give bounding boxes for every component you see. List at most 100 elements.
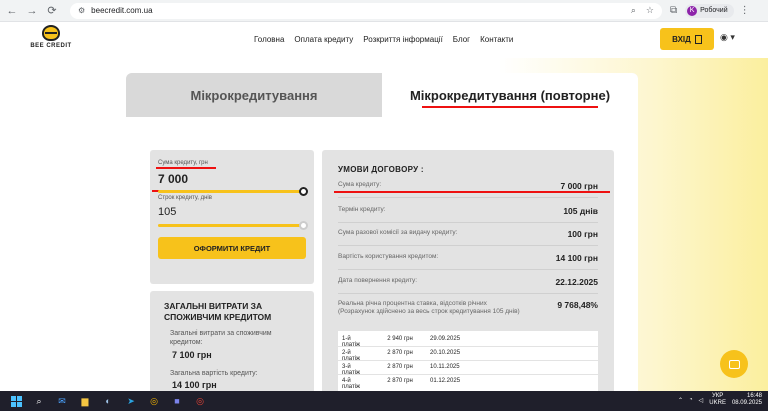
bee-logo-icon: [42, 25, 60, 41]
contract-row: Вартість користування кредитом: 14 100 г…: [338, 253, 598, 263]
row-divider: [338, 222, 598, 223]
contract-row-value: 14 100 грн: [555, 253, 598, 263]
total-price-label: Загальна вартість кредиту:: [170, 370, 258, 377]
term-value[interactable]: 105: [158, 206, 176, 218]
browser-toolbar: ← → ⟳ ⚙ beecredit.com.ua ⌕ ☆ ⧉ K Робочий…: [0, 0, 768, 22]
wifi-icon[interactable]: ◔: [689, 397, 693, 403]
contract-row-value: 9 768,48%: [557, 300, 598, 310]
nav-payment[interactable]: Оплата кредиту: [294, 35, 353, 44]
contract-row-value: 105 днів: [563, 206, 598, 216]
chrome-active-icon[interactable]: ◎: [193, 394, 207, 408]
logo-text: BEE CREDIT: [30, 43, 72, 49]
row-divider: [338, 269, 598, 270]
profile-name: Робочий: [700, 7, 728, 14]
volume-icon[interactable]: ◁: [699, 397, 704, 404]
search-icon[interactable]: ⌕: [32, 394, 46, 408]
reload-icon[interactable]: ⟳: [44, 4, 60, 17]
contract-panel: УМОВИ ДОГОВОРУ : Сума кредиту: 7 000 грн…: [322, 150, 614, 391]
steam-icon[interactable]: ◐: [101, 394, 115, 408]
contract-row-value: 22.12.2025: [555, 277, 598, 287]
tab-microcredit-repeat-label: Мікрокредитування (повторне): [409, 87, 611, 103]
tab-microcredit-label: Мікрокредитування: [190, 87, 318, 103]
total-cost-label: Загальні витрати за споживчим кредитом:: [170, 330, 272, 346]
clock-date: 08.09.2025: [731, 400, 762, 406]
contract-row-value: 100 грн: [567, 229, 598, 239]
bookmark-star-icon[interactable]: ☆: [646, 5, 654, 16]
row-divider: [338, 245, 598, 246]
tray-chevron-icon[interactable]: ⌃: [678, 397, 683, 404]
windows-start-icon[interactable]: [9, 394, 23, 408]
contract-row: Сума кредиту: 7 000 грн: [338, 181, 598, 191]
term-slider[interactable]: [158, 221, 308, 230]
nav-contacts[interactable]: Контакти: [480, 35, 513, 44]
main-nav: Головна Оплата кредиту Розкриття інформа…: [254, 35, 513, 44]
amount-slider-fill: [158, 190, 304, 193]
login-button[interactable]: ВХІД: [660, 28, 714, 50]
contract-row: Сума разової комісії за видачу кредиту: …: [338, 229, 598, 239]
amount-slider[interactable]: [152, 187, 308, 196]
forward-icon[interactable]: →: [24, 5, 40, 17]
clock[interactable]: 16:48 08.09.2025: [732, 393, 762, 407]
term-slider-fill: [158, 224, 304, 227]
url-text: beecredit.com.ua: [91, 6, 153, 15]
apply-credit-button[interactable]: ОФОРМИТИ КРЕДИТ: [158, 237, 306, 259]
schedule-date: 01.12.2025: [430, 378, 461, 384]
extensions-icon[interactable]: ⧉: [670, 5, 677, 16]
language-top: УКР: [711, 393, 724, 399]
clock-time: 16:48: [746, 393, 762, 399]
contract-row-label: Дата повернення кредиту:: [338, 277, 418, 284]
chrome-icon[interactable]: ◎: [147, 394, 161, 408]
address-bar[interactable]: ⚙ beecredit.com.ua ⌕ ☆: [70, 2, 662, 19]
back-icon[interactable]: ←: [4, 5, 20, 17]
totals-title: ЗАГАЛЬНІ ВИТРАТИ ЗА СПОЖИВЧИМ КРЕДИТОМ: [164, 301, 272, 322]
amount-label-highlight: [156, 167, 216, 169]
tab-highlight-underline: [422, 106, 598, 108]
nav-disclosure[interactable]: Розкриття інформації: [363, 35, 443, 44]
contract-row-value: 7 000 грн: [560, 181, 599, 191]
row-divider: [338, 197, 598, 198]
mail-icon[interactable]: ✉: [55, 394, 69, 408]
contract-row: Дата повернення кредиту: 22.12.2025: [338, 277, 598, 287]
amount-value[interactable]: 7 000: [158, 172, 188, 186]
tab-microcredit-repeat[interactable]: Мікрокредитування (повторне): [382, 73, 638, 117]
row-divider: [338, 293, 598, 294]
logo[interactable]: BEE CREDIT: [26, 25, 76, 55]
taskbar: ⌕ ✉ ▆ ◐ ➤ ◎ ■ ◎ ⌃ ◔ ◁ УКР UKRE 16:48 08.…: [0, 391, 768, 411]
contract-row-label: Реальна річна процентна ставка, відсоткі…: [338, 300, 520, 315]
contract-row: Реальна річна процентна ставка, відсоткі…: [338, 300, 598, 316]
payment-schedule: 1-й платіж 2 940 грн 29.09.2025 2-й плат…: [338, 331, 598, 391]
contract-row-label: Сума кредиту:: [338, 181, 382, 188]
contract-row-label: Термін кредиту:: [338, 206, 386, 213]
schedule-divider: [338, 374, 598, 375]
language-indicator[interactable]: УКР UKRE: [709, 393, 726, 407]
chat-button[interactable]: [720, 350, 748, 378]
tab-microcredit[interactable]: Мікрокредитування: [126, 73, 382, 117]
amount-row-highlight: [334, 191, 610, 193]
amount-label: Сума кредиту, грн: [158, 160, 208, 166]
teams-icon[interactable]: ■: [170, 394, 184, 408]
schedule-divider: [338, 360, 598, 361]
nav-home[interactable]: Головна: [254, 35, 284, 44]
chat-icon: [728, 359, 740, 369]
totals-panel: ЗАГАЛЬНІ ВИТРАТИ ЗА СПОЖИВЧИМ КРЕДИТОМ З…: [150, 291, 314, 391]
site-info-icon[interactable]: ⚙: [78, 6, 85, 15]
amount-slider-handle[interactable]: [299, 187, 308, 196]
accessibility-eye-icon[interactable]: ◉ ▾: [720, 32, 735, 43]
file-explorer-icon[interactable]: ▆: [78, 394, 92, 408]
login-label: ВХІД: [672, 34, 691, 44]
schedule-amount: 2 870 грн: [387, 378, 413, 384]
search-icon[interactable]: ⌕: [631, 5, 636, 16]
profile-button[interactable]: K Робочий: [685, 3, 734, 18]
site-header: BEE CREDIT Головна Оплата кредиту Розкри…: [0, 22, 768, 58]
login-door-icon: [694, 34, 702, 44]
schedule-divider: [338, 346, 598, 347]
contract-row-label: Сума разової комісії за видачу кредиту:: [338, 229, 458, 236]
system-tray: ⌃ ◔ ◁ УКР UKRE 16:48 08.09.2025: [678, 393, 762, 407]
browser-menu-icon[interactable]: ⋮: [740, 5, 750, 16]
schedule-number: 4-й платіж: [342, 378, 361, 390]
calculator-panel: Сума кредиту, грн 7 000 Строк кредиту, д…: [150, 150, 314, 284]
total-price-value: 14 100 грн: [172, 380, 217, 390]
term-slider-handle[interactable]: [299, 221, 308, 230]
nav-blog[interactable]: Блог: [453, 35, 470, 44]
telegram-icon[interactable]: ➤: [124, 394, 138, 408]
